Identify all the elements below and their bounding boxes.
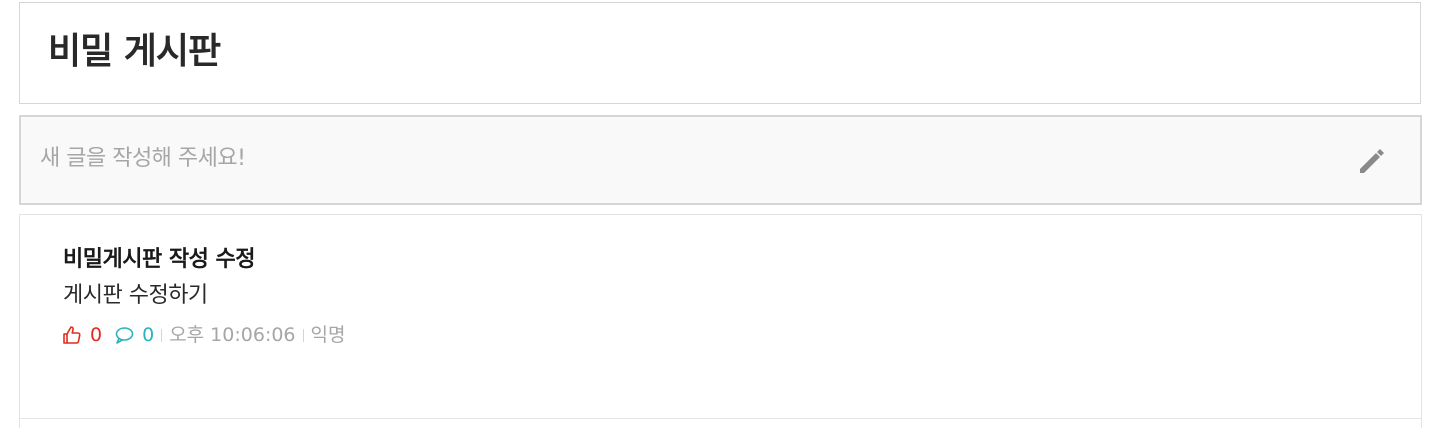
post-title[interactable]: 비밀게시판 작성 수정 xyxy=(63,245,255,275)
thumbs-up-icon xyxy=(63,326,81,344)
pencil-icon[interactable] xyxy=(1355,141,1387,177)
comment-count-value: 0 xyxy=(142,324,155,346)
post-time: 오후 10:06:06 xyxy=(169,324,296,346)
new-post-input[interactable]: 새 글을 작성해 주세요! xyxy=(19,115,1422,205)
vote-count[interactable]: 0 xyxy=(62,322,102,348)
divider xyxy=(302,328,304,342)
new-post-placeholder: 새 글을 작성해 주세요! xyxy=(40,146,246,171)
page-title: 비밀 게시판 xyxy=(48,31,221,72)
vote-count-value: 0 xyxy=(90,324,103,346)
divider xyxy=(161,328,163,342)
board-header: 비밀 게시판 xyxy=(19,2,1421,104)
post-body: 게시판 수정하기 xyxy=(63,283,208,308)
post-list: 비밀게시판 작성 수정 게시판 수정하기 0 0 오후 10:06:06 익명 xyxy=(19,214,1422,428)
comment-icon xyxy=(115,327,134,344)
list-item[interactable]: 비밀게시판 작성 수정 게시판 수정하기 0 0 오후 10:06:06 익명 xyxy=(20,215,1421,419)
comment-count[interactable]: 0 xyxy=(114,322,154,348)
post-author: 익명 xyxy=(310,324,346,346)
post-meta: 0 0 오후 10:06:06 익명 xyxy=(62,322,346,348)
